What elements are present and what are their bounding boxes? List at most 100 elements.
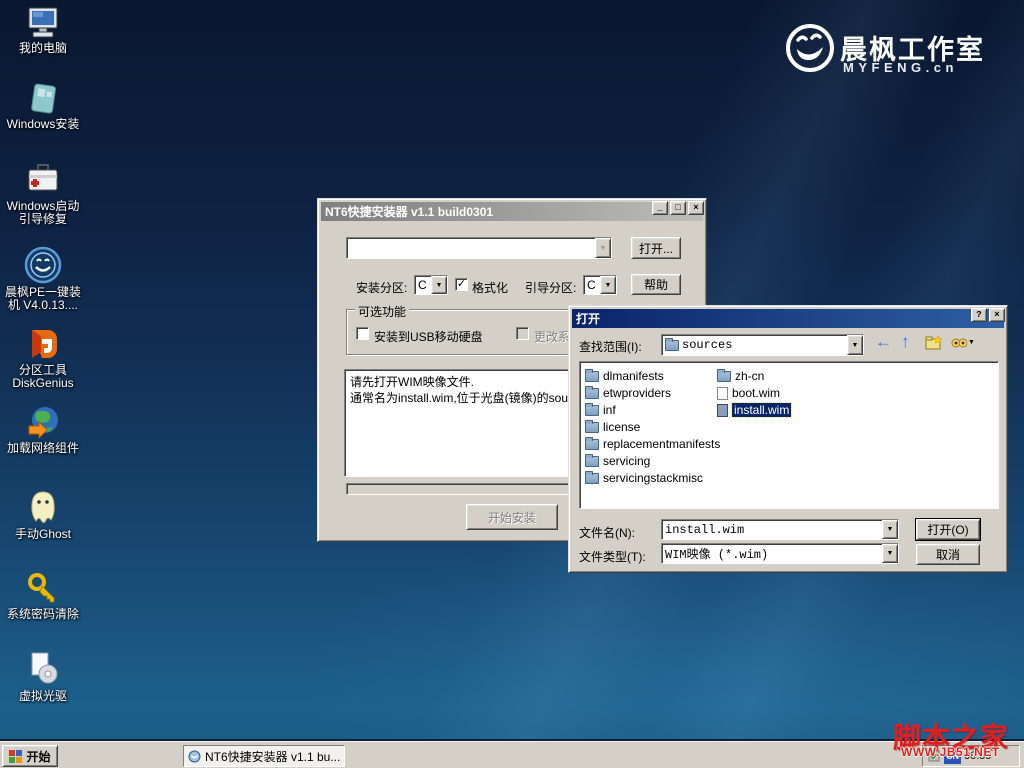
cancel-button[interactable]: 取消 [916, 544, 980, 565]
list-item-folder[interactable]: dlmanifests [585, 369, 664, 383]
look-in-combobox[interactable]: sources ▼ [661, 334, 864, 356]
watermark-url: WWW.JB51.NET [901, 745, 1000, 759]
look-in-value: sources [682, 338, 732, 352]
chevron-down-icon[interactable]: ▼ [600, 276, 616, 294]
start-button[interactable]: 开始 [2, 745, 58, 767]
taskbar: 开始 NT6快捷安装器 v1.1 bu... [0, 741, 1024, 768]
windows-install-icon [26, 82, 60, 116]
up-one-level-icon[interactable]: ↑ [901, 332, 910, 352]
installer-titlebar[interactable]: NT6快捷安装器 v1.1 build0301 [321, 202, 703, 221]
chevron-down-icon[interactable]: ▼ [968, 339, 975, 346]
folder-icon [585, 422, 599, 433]
list-item-folder[interactable]: zh-cn [717, 369, 764, 383]
desktop-icon-pe-installer[interactable]: 晨枫PE一键装 机 V4.0.13.... [0, 246, 86, 312]
network-globe-icon [25, 404, 61, 440]
start-install-button[interactable]: 开始安装 [466, 504, 558, 530]
look-in-value-wrap: sources [662, 337, 847, 353]
chevron-down-icon[interactable]: ▼ [882, 544, 898, 563]
open-button[interactable]: 打开(O) [916, 519, 980, 540]
help-label: 帮助 [644, 276, 668, 293]
boot-partition-value: C [584, 277, 600, 293]
logo-subtitle: MYFENG.cn [843, 60, 958, 75]
file-name-combobox[interactable]: install.wim ▼ [661, 519, 899, 540]
item-label: inf [603, 403, 616, 417]
list-item-folder[interactable]: license [585, 420, 640, 434]
close-button[interactable]: × [989, 308, 1005, 322]
desktop-icon-load-network[interactable]: 加载网络组件 [0, 404, 86, 455]
desktop-icon-my-computer[interactable]: 我的电脑 [0, 6, 86, 55]
new-folder-icon[interactable] [925, 335, 943, 351]
item-label: replacementmanifests [603, 437, 720, 451]
start-button-label: 开始 [26, 748, 50, 765]
ghost-icon [24, 488, 62, 526]
item-label: boot.wim [732, 386, 780, 400]
install-partition-combobox[interactable]: C ▼ [414, 275, 448, 295]
close-button[interactable]: × [688, 201, 704, 215]
file-name-label: 文件名(N): [579, 524, 635, 541]
file-name-value: install.wim [662, 522, 882, 538]
desktop-icon-diskgenius[interactable]: 分区工具 DiskGenius [0, 326, 86, 390]
item-label: install.wim [732, 403, 791, 417]
desktop-icon-virtual-drive[interactable]: 虚拟光驱 [0, 650, 86, 703]
options-group-title: 可选功能 [355, 303, 409, 320]
start-install-label: 开始安装 [488, 509, 536, 526]
browse-wim-button[interactable]: 打开... [631, 237, 681, 259]
boot-partition-label: 引导分区: [525, 279, 576, 296]
list-item-folder[interactable]: etwproviders [585, 386, 671, 400]
desktop-icon-label: 分区工具 DiskGenius [0, 364, 86, 390]
desktop-icon-boot-repair[interactable]: Windows启动 引导修复 [0, 162, 86, 226]
list-item-folder[interactable]: replacementmanifests [585, 437, 720, 451]
install-partition-label: 安装分区: [356, 279, 407, 296]
usb-install-label: 安装到USB移动硬盘 [374, 328, 483, 345]
desktop-icon-label: 我的电脑 [0, 42, 86, 55]
list-item-file[interactable]: boot.wim [717, 386, 780, 400]
chevron-down-icon[interactable]: ▼ [595, 238, 611, 258]
desktop-icon-label: 手动Ghost [0, 528, 86, 541]
browse-wim-label: 打开... [639, 240, 673, 257]
help-button[interactable]: 帮助 [631, 274, 681, 295]
item-label: dlmanifests [603, 369, 664, 383]
syslang-checkbox[interactable] [516, 327, 529, 340]
desktop-icon-label: 系统密码清除 [0, 608, 86, 621]
format-checkbox[interactable]: ✓ [455, 278, 468, 291]
taskbar-task-button[interactable]: NT6快捷安装器 v1.1 bu... [183, 745, 345, 767]
format-checkbox-label: 格式化 [472, 279, 508, 296]
item-label: etwproviders [603, 386, 671, 400]
folder-icon [585, 439, 599, 450]
chevron-down-icon[interactable]: ▼ [847, 335, 863, 355]
folder-icon [585, 388, 599, 399]
file-type-combobox[interactable]: WIM映像 (*.wim) ▼ [661, 543, 899, 564]
minimize-button[interactable]: _ [652, 201, 668, 215]
cancel-button-label: 取消 [936, 546, 960, 563]
list-item-file-selected[interactable]: install.wim [717, 403, 791, 417]
usb-install-checkbox[interactable] [356, 327, 369, 340]
wim-path-value [347, 247, 595, 249]
file-icon [717, 404, 728, 417]
chevron-down-icon[interactable]: ▼ [431, 276, 447, 294]
list-item-folder[interactable]: servicingstackmisc [585, 471, 703, 485]
myfeng-logo-icon [784, 22, 836, 74]
wim-path-combobox[interactable]: ▼ [346, 237, 612, 259]
my-computer-icon [25, 6, 61, 40]
item-label: license [603, 420, 640, 434]
list-item-folder[interactable]: inf [585, 403, 616, 417]
file-list[interactable]: dlmanifests etwproviders inf license rep… [579, 361, 999, 509]
open-dialog-title: 打开 [576, 310, 600, 327]
desktop-icon-manual-ghost[interactable]: 手动Ghost [0, 488, 86, 541]
back-icon[interactable]: ← [875, 332, 892, 352]
item-label: servicing [603, 454, 650, 468]
folder-icon [585, 405, 599, 416]
desktop-icon-windows-install[interactable]: Windows安装 [0, 82, 86, 131]
list-item-folder[interactable]: servicing [585, 454, 650, 468]
boot-partition-combobox[interactable]: C ▼ [583, 275, 617, 295]
desktop-icon-password-clear[interactable]: 系统密码清除 [0, 572, 86, 621]
chevron-down-icon[interactable]: ▼ [882, 520, 898, 539]
folder-icon [717, 371, 731, 382]
open-button-label: 打开(O) [927, 521, 968, 538]
help-context-button[interactable]: ? [971, 308, 987, 322]
open-dialog-titlebar[interactable]: 打开 [572, 309, 1004, 328]
view-menu-icon[interactable] [951, 336, 967, 350]
maximize-button[interactable]: □ [670, 201, 686, 215]
diskgenius-icon [25, 326, 61, 362]
item-label: zh-cn [735, 369, 764, 383]
